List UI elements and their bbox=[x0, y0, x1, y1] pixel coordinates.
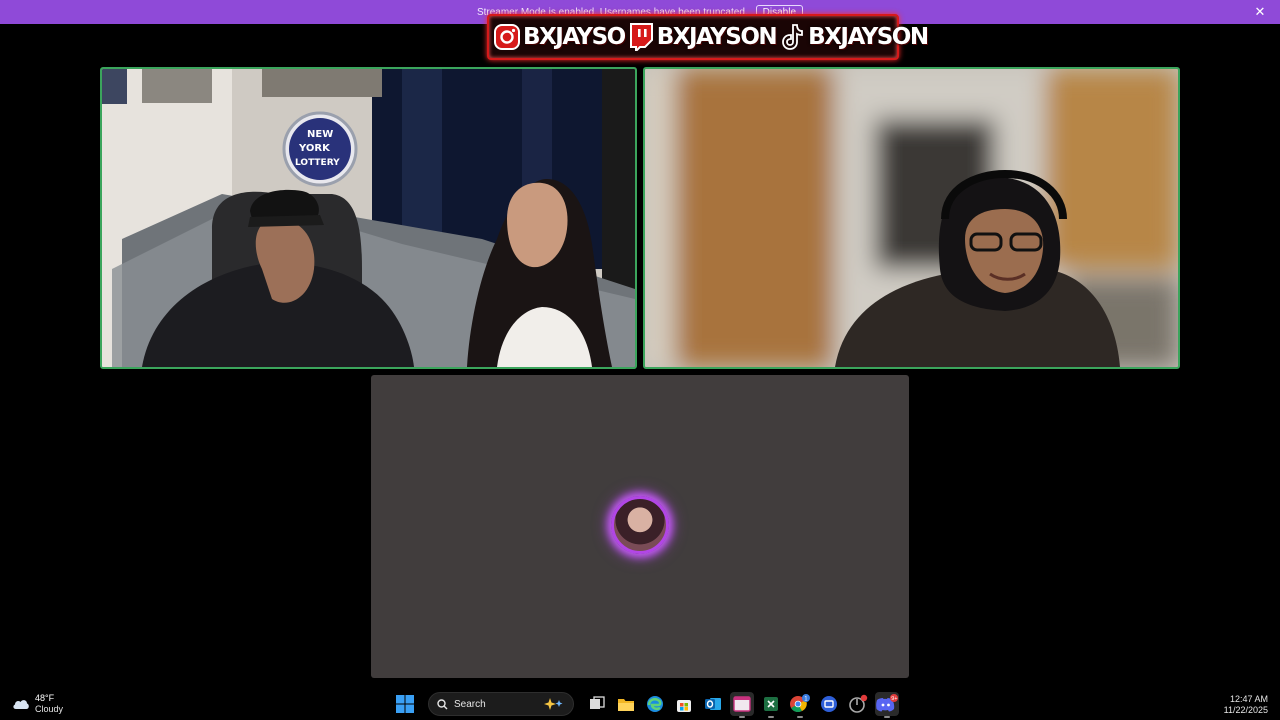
clock-time: 12:47 AM bbox=[1229, 694, 1268, 704]
video-feed-blurred bbox=[645, 69, 1178, 367]
avatar[interactable] bbox=[611, 495, 669, 554]
task-view-icon[interactable] bbox=[585, 692, 609, 716]
taskbar-apps: Search 1 9+ bbox=[393, 690, 899, 718]
instagram-handle: BXJAYSO bbox=[493, 23, 626, 51]
search-icon bbox=[437, 698, 448, 709]
close-icon[interactable]: ✕ bbox=[1252, 4, 1268, 20]
windows-start-icon[interactable] bbox=[393, 692, 417, 716]
running-indicator bbox=[884, 716, 890, 718]
running-indicator bbox=[797, 716, 803, 718]
search-placeholder: Search bbox=[454, 698, 486, 710]
discord-icon[interactable]: 9+ bbox=[875, 692, 899, 718]
clock-date: 11/22/2025 bbox=[1223, 705, 1268, 715]
twitch-handle-text: BXJAYSON bbox=[656, 24, 778, 50]
video-feed-room: NEW YORK LOTTERY bbox=[102, 69, 635, 367]
poster-text-line-2: YORK bbox=[298, 143, 331, 154]
discord-badge: 9+ bbox=[891, 696, 897, 702]
taskbar: 48°F Cloudy Search 1 9+ 12:47 AM 11/22/2… bbox=[0, 688, 1280, 720]
remote-app-icon[interactable] bbox=[817, 692, 841, 716]
taskbar-search-box[interactable]: Search bbox=[428, 692, 574, 716]
instagram-handle-text: BXJAYSO bbox=[523, 24, 626, 50]
edge-icon[interactable] bbox=[643, 692, 667, 716]
tiktok-handle-text: BXJAYSON bbox=[808, 24, 929, 50]
copilot-sparkle-icon bbox=[544, 698, 563, 710]
tiktok-handle: BXJAYSON bbox=[778, 23, 929, 51]
chrome-icon[interactable]: 1 bbox=[788, 692, 812, 718]
active-window-icon[interactable] bbox=[730, 692, 754, 718]
running-indicator bbox=[739, 716, 745, 718]
social-handles-overlay: BXJAYSO BXJAYSON BXJAYSON bbox=[487, 14, 929, 60]
video-tile-participant-2[interactable] bbox=[643, 67, 1180, 369]
tiktok-icon bbox=[778, 23, 806, 51]
running-indicator bbox=[768, 716, 774, 718]
twitch-handle: BXJAYSON bbox=[627, 23, 778, 51]
poster-text-line-1: NEW bbox=[307, 129, 333, 140]
weather-widget[interactable]: 48°F Cloudy bbox=[12, 693, 63, 715]
video-tile-participant-1[interactable]: NEW YORK LOTTERY bbox=[100, 67, 637, 369]
weather-condition: Cloudy bbox=[35, 704, 64, 714]
store-icon[interactable] bbox=[672, 692, 696, 716]
excel-icon[interactable] bbox=[759, 692, 783, 718]
video-tile-participant-3[interactable] bbox=[371, 375, 909, 678]
file-explorer-icon[interactable] bbox=[614, 692, 638, 716]
poster-text-line-3: LOTTERY bbox=[295, 158, 340, 168]
outlook-icon[interactable] bbox=[701, 692, 725, 716]
cursor-app-icon[interactable] bbox=[846, 692, 870, 716]
cloud-icon bbox=[13, 700, 29, 709]
instagram-icon bbox=[493, 23, 521, 51]
weather-temperature: 48°F bbox=[35, 693, 55, 703]
twitch-icon bbox=[627, 23, 655, 51]
system-clock[interactable]: 12:47 AM 11/22/2025 bbox=[1224, 694, 1268, 716]
